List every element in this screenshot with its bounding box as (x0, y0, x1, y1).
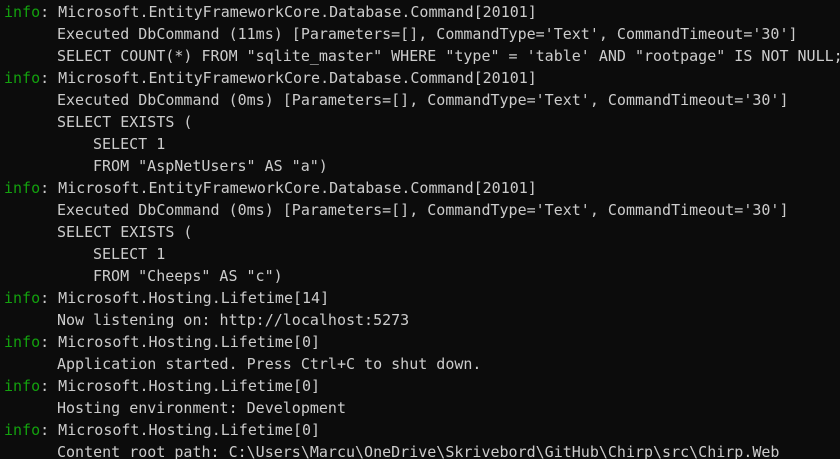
log-line-14: info: Microsoft.Hosting.Lifetime[14] (0, 287, 840, 309)
log-category: : Microsoft.EntityFrameworkCore.Database… (40, 3, 537, 21)
info-tag: info (4, 289, 41, 307)
log-line-7: SELECT 1 (93, 135, 166, 153)
log-line-15: Now listening on: http://localhost:5273 (57, 311, 410, 329)
info-tag: info (4, 421, 41, 439)
log-line-6: SELECT EXISTS ( (57, 113, 193, 131)
info-tag: info (4, 3, 41, 21)
info-tag: info (4, 179, 41, 197)
log-line-5: Executed DbCommand (0ms) [Parameters=[],… (57, 91, 789, 109)
log-line-18: info: Microsoft.Hosting.Lifetime[0] (0, 375, 840, 397)
log-line-10: Executed DbCommand (0ms) [Parameters=[],… (57, 201, 789, 219)
log-category: : Microsoft.Hosting.Lifetime[0] (40, 421, 321, 439)
terminal-window[interactable]: info: Microsoft.EntityFrameworkCore.Data… (0, 0, 840, 459)
log-line-2: Executed DbCommand (11ms) [Parameters=[]… (57, 25, 798, 43)
log-line-4: info: Microsoft.EntityFrameworkCore.Data… (0, 67, 840, 89)
log-line-13: FROM "Cheeps" AS "c") (93, 267, 283, 285)
log-line-20: info: Microsoft.Hosting.Lifetime[0] (0, 419, 840, 441)
log-line-17: Application started. Press Ctrl+C to shu… (57, 355, 482, 373)
log-category: : Microsoft.EntityFrameworkCore.Database… (40, 69, 537, 87)
log-line-3: SELECT COUNT(*) FROM "sqlite_master" WHE… (57, 47, 840, 65)
log-category: : Microsoft.Hosting.Lifetime[0] (40, 333, 321, 351)
info-tag: info (4, 69, 41, 87)
log-line-8: FROM "AspNetUsers" AS "a") (93, 157, 328, 175)
log-category: : Microsoft.Hosting.Lifetime[0] (40, 377, 321, 395)
log-category: : Microsoft.Hosting.Lifetime[14] (40, 289, 330, 307)
log-line-19: Hosting environment: Development (57, 399, 346, 417)
log-line-21: Content root path: C:\Users\Marcu\OneDri… (57, 443, 780, 459)
log-line-12: SELECT 1 (93, 245, 166, 263)
log-line-9: info: Microsoft.EntityFrameworkCore.Data… (0, 177, 840, 199)
info-tag: info (4, 333, 41, 351)
log-line-1: info: Microsoft.EntityFrameworkCore.Data… (0, 1, 840, 23)
log-line-16: info: Microsoft.Hosting.Lifetime[0] (0, 331, 840, 353)
log-line-11: SELECT EXISTS ( (57, 223, 193, 241)
info-tag: info (4, 377, 41, 395)
log-category: : Microsoft.EntityFrameworkCore.Database… (40, 179, 537, 197)
